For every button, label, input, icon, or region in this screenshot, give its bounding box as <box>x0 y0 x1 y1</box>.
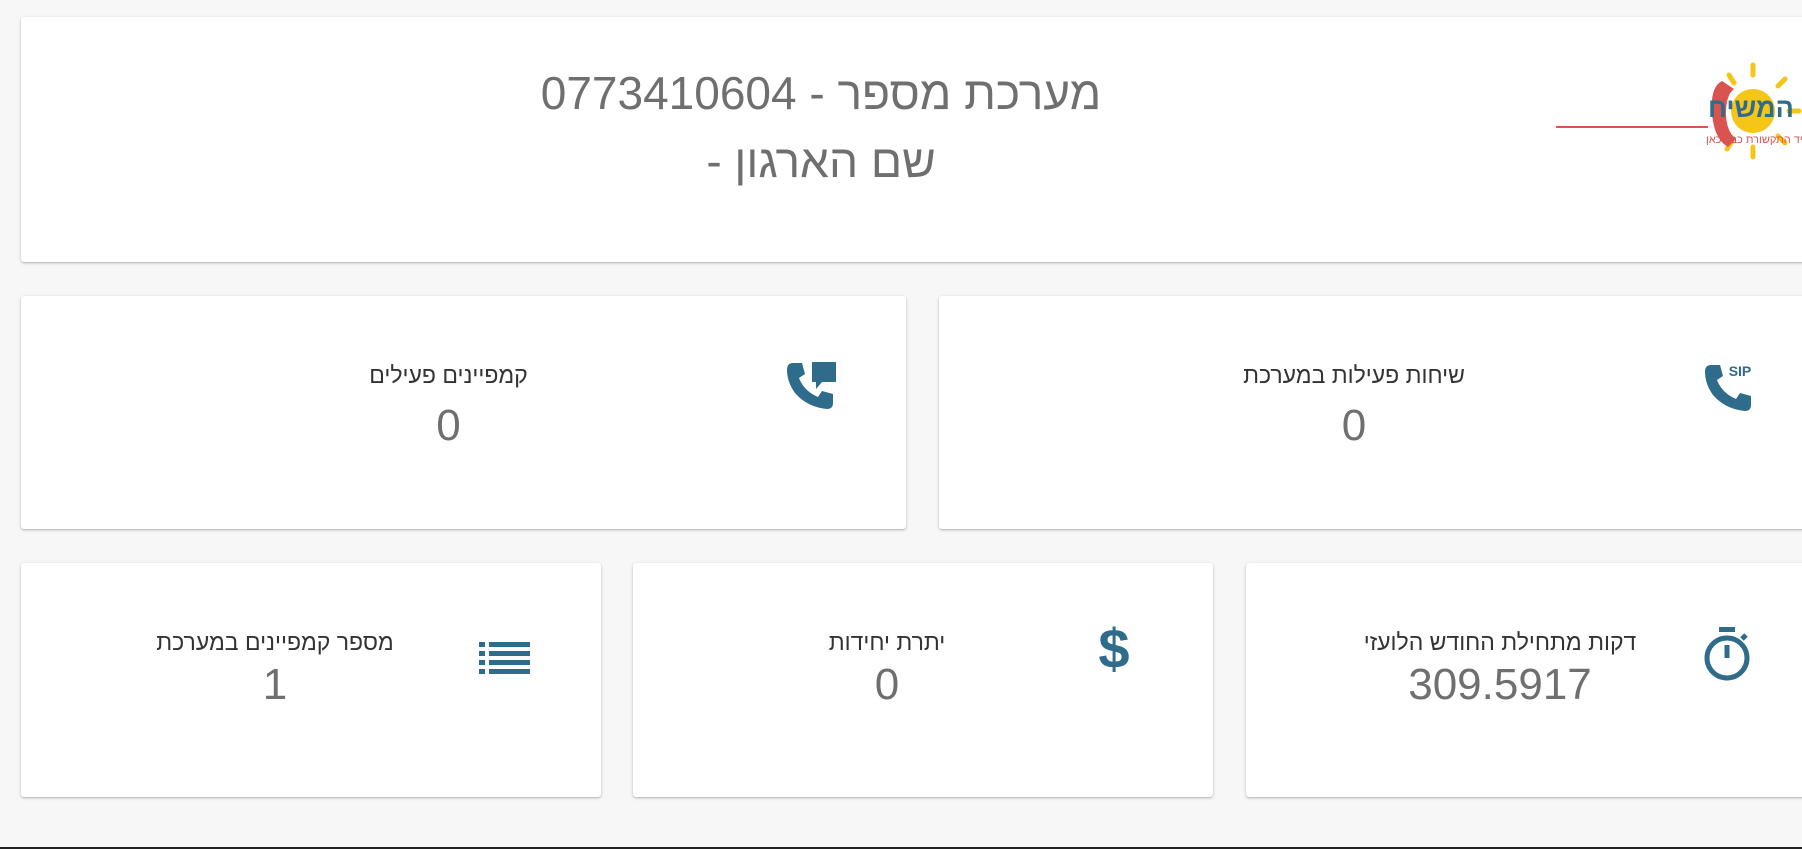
active-campaigns-label: קמפיינים פעילים <box>369 362 528 388</box>
phone-chat-icon <box>787 362 836 409</box>
stopwatch-icon <box>1704 627 1750 681</box>
company-logo: ימות המשיח עתיד התקשורת כבר כאן <box>1556 62 1802 160</box>
svg-text:SIP: SIP <box>1729 363 1752 379</box>
logo-tagline: עתיד התקשורת כבר כאן <box>1706 134 1802 146</box>
active-campaigns-value: 0 <box>436 401 461 450</box>
logo-text: ימות המשיח <box>1708 93 1802 123</box>
monthly-minutes-value: 309.5917 <box>1408 660 1592 709</box>
active-campaigns-card: קמפיינים פעילים 0 <box>21 296 906 529</box>
header-card: מערכת מספר - 0773410604 שם הארגון - ימות… <box>21 17 1802 262</box>
units-balance-value: 0 <box>874 660 900 709</box>
campaign-count-label: מספר קמפיינים במערכת <box>156 629 394 655</box>
active-calls-card: שיחות פעילות במערכת 0 SIP <box>939 296 1802 529</box>
monthly-minutes-label: דקות מתחילת החודש הלועזי <box>1363 629 1637 655</box>
dollar-icon: $ <box>1098 617 1130 680</box>
active-calls-label: שיחות פעילות במערכת <box>1243 362 1465 388</box>
system-number-title: מערכת מספר - 0773410604 <box>540 67 1102 119</box>
organization-name-title: שם הארגון - <box>706 135 936 187</box>
campaign-count-card: מספר קמפיינים במערכת 1 <box>21 563 601 797</box>
monthly-minutes-card: דקות מתחילת החודש הלועזי 309.5917 <box>1246 563 1802 797</box>
units-balance-card: יתרת יחידות 0 $ <box>633 563 1213 797</box>
campaign-count-value: 1 <box>262 660 288 709</box>
list-icon <box>479 642 530 674</box>
active-calls-value: 0 <box>1341 401 1367 450</box>
units-balance-label: יתרת יחידות <box>828 629 946 655</box>
sip-phone-icon: SIP <box>1705 363 1752 411</box>
